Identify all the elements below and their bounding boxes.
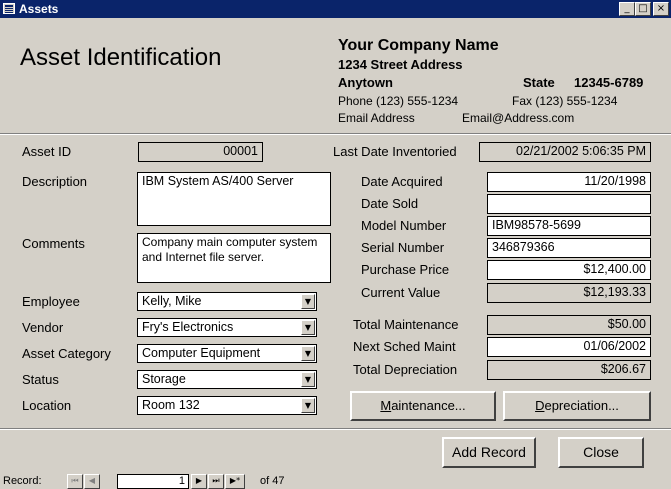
close-icon: × [656,3,666,14]
employee-combo[interactable]: Kelly, Mike ▼ [137,292,317,311]
total-depreciation-field: $206.67 [487,360,651,380]
date-sold-label: Date Sold [361,196,419,211]
asset-category-value: Computer Equipment [142,346,261,360]
serial-number-label: Serial Number [361,240,445,255]
location-combo[interactable]: Room 132 ▼ [137,396,317,415]
prev-record-button[interactable]: ◀ [84,474,100,489]
status-label: Status [22,372,59,387]
dropdown-arrow-icon[interactable]: ▼ [301,346,315,361]
status-value: Storage [142,372,186,386]
current-value-label: Current Value [361,285,441,300]
first-record-button[interactable]: ⏮ [67,474,83,489]
form-title: Asset Identification [20,44,222,71]
maximize-icon: □ [638,3,648,14]
date-sold-field[interactable] [487,194,651,214]
model-number-label: Model Number [361,218,447,233]
window-title: Assets [19,2,59,16]
company-city: Anytown [338,75,393,90]
description-field[interactable]: IBM System AS/400 Server [137,172,331,226]
company-state: State [523,75,555,90]
record-label: Record: [3,475,42,487]
record-count: of 47 [260,475,285,487]
header-divider [0,133,671,135]
assets-window: Assets _ □ × Asset Identification Your C… [0,0,671,489]
company-phone: Phone (123) 555-1234 [338,94,459,108]
close-window-button[interactable]: × [653,2,669,16]
asset-id-field: 00001 [138,142,263,162]
company-street: 1234 Street Address [338,57,463,72]
company-zip: 12345-6789 [574,75,644,90]
company-fax: Fax (123) 555-1234 [512,94,618,108]
depreciation-button[interactable]: Depreciation... [503,391,651,421]
serial-number-field[interactable]: 346879366 [487,238,651,258]
vendor-value: Fry's Electronics [142,320,234,334]
total-depreciation-label: Total Depreciation [353,362,458,377]
minimize-button[interactable]: _ [619,2,635,16]
vendor-label: Vendor [22,320,64,335]
new-record-icon: ▶* [229,476,241,485]
last-inventoried-label: Last Date Inventoried [333,144,457,159]
first-record-icon: ⏮ [71,476,79,485]
close-button[interactable]: Close [558,437,644,468]
dropdown-arrow-icon[interactable]: ▼ [301,320,315,335]
next-record-button[interactable]: ▶ [191,474,207,489]
record-number-input[interactable]: 1 [117,474,189,489]
add-record-button[interactable]: Add Record [442,437,536,468]
date-acquired-field[interactable]: 11/20/1998 [487,172,651,192]
dropdown-arrow-icon[interactable]: ▼ [301,372,315,387]
company-name: Your Company Name [338,37,499,54]
next-sched-maint-field[interactable]: 01/06/2002 [487,337,651,357]
new-record-button[interactable]: ▶* [225,474,245,489]
last-record-button[interactable]: ⏭ [208,474,224,489]
prev-record-icon: ◀ [88,476,96,485]
description-label: Description [22,174,88,189]
form-icon [3,3,15,14]
location-value: Room 132 [142,398,200,412]
next-record-icon: ▶ [195,476,203,485]
location-label: Location [22,398,72,413]
employee-label: Employee [22,294,80,309]
dropdown-arrow-icon[interactable]: ▼ [301,398,315,413]
title-bar[interactable]: Assets _ □ × [0,0,671,18]
maximize-button[interactable]: □ [635,2,651,16]
model-number-field[interactable]: IBM98578-5699 [487,216,651,236]
footer-divider [0,428,671,430]
email-label: Email Address [338,111,415,125]
vendor-combo[interactable]: Fry's Electronics ▼ [137,318,317,337]
current-value-field: $12,193.33 [487,283,651,303]
date-acquired-label: Date Acquired [361,174,443,189]
company-email: Email@Address.com [462,111,575,125]
last-inventoried-field: 02/21/2002 5:06:35 PM [479,142,651,162]
status-combo[interactable]: Storage ▼ [137,370,317,389]
asset-id-label: Asset ID [22,144,72,159]
dropdown-arrow-icon[interactable]: ▼ [301,294,315,309]
total-maintenance-field: $50.00 [487,315,651,335]
next-sched-maint-label: Next Sched Maint [353,339,456,354]
asset-category-combo[interactable]: Computer Equipment ▼ [137,344,317,363]
asset-category-label: Asset Category [22,346,111,361]
total-maintenance-label: Total Maintenance [353,317,459,332]
last-record-icon: ⏭ [212,476,220,485]
purchase-price-label: Purchase Price [361,262,450,277]
comments-field[interactable]: Company main computer system and Interne… [137,233,331,283]
maintenance-button[interactable]: Maintenance... [350,391,496,421]
purchase-price-field[interactable]: $12,400.00 [487,260,651,280]
comments-label: Comments [22,236,85,251]
employee-value: Kelly, Mike [142,294,202,308]
minimize-icon: _ [624,3,630,14]
